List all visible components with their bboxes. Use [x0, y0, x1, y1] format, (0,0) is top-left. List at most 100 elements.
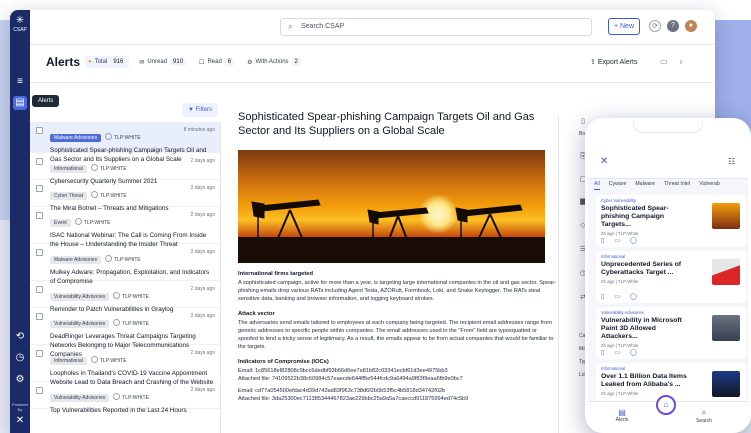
new-button[interactable]: + New — [608, 18, 640, 35]
item-checkbox[interactable] — [36, 185, 43, 192]
workflow-icon[interactable]: ⟲ — [13, 330, 27, 344]
ioc-line: Email: cd77a054500efdac4d39d743ad83f963c… — [238, 388, 446, 394]
card-category: Cyber Vulnerability — [601, 198, 636, 203]
item-checkbox[interactable] — [36, 249, 43, 256]
item-checkbox[interactable] — [36, 387, 43, 394]
count-with-actions[interactable]: ⚙ With Actions 2 — [244, 56, 304, 68]
news-card[interactable]: Cyber Vulnerability Sophisticated Spear-… — [596, 195, 746, 247]
comment-icon[interactable]: ◯ — [630, 237, 637, 244]
list-item[interactable]: Malware Advisories TLP:WHITE 2 days ago M… — [30, 244, 220, 285]
read-icon: ☐ — [199, 59, 205, 66]
tab-threat-intel[interactable]: Threat Intel — [664, 181, 690, 190]
page-title: Alerts — [46, 55, 81, 69]
category-tag: Malware Advisories — [50, 256, 102, 264]
list-item[interactable]: Malware Advisories TLP:WHITE 8 minutes ag… — [30, 122, 220, 163]
history-icon[interactable]: ⟳ — [649, 20, 661, 32]
export-alerts-button[interactable]: ⇪ Export Alerts — [590, 58, 638, 66]
tlp-label: TLP:WHITE — [113, 393, 149, 401]
list-item[interactable]: Vulnerability Advisories TLP:WHITE 2 days… — [30, 308, 220, 358]
item-checkbox[interactable] — [36, 127, 43, 134]
tlp-label: TLP:WHITE — [113, 292, 149, 300]
article-pane: Sophisticated Spear-phishing Campaign Ta… — [238, 110, 558, 433]
nav-label: Search — [696, 418, 712, 424]
count-read[interactable]: ☐ Read 6 — [196, 56, 237, 68]
filter-sliders-icon[interactable]: ☷ — [728, 157, 735, 166]
actions-icon: ⚙ — [247, 59, 253, 66]
alerts-icon[interactable]: ▤ — [13, 96, 27, 110]
card-meta: 2h ago | TLP:White — [601, 231, 639, 236]
help-icon[interactable]: ? — [667, 20, 679, 32]
list-header: ▼ Filters — [30, 97, 221, 117]
settings-icon[interactable]: ⚙ — [13, 373, 27, 387]
avatar[interactable]: ● — [685, 20, 697, 32]
home-button[interactable]: ⌂ — [656, 395, 676, 415]
folder-icon[interactable]: ▭ — [614, 349, 620, 356]
news-card[interactable]: Informational Unprecedented Series of Cy… — [596, 251, 746, 303]
ioc-line: Attached file: 74109522b38c60984c57eaecd… — [238, 376, 463, 382]
card-thumbnail — [712, 371, 740, 397]
nav-label: Alerts — [615, 417, 629, 423]
export-icon: ⇪ — [590, 59, 598, 66]
section-heading: Attack vector — [238, 311, 275, 317]
export-label: Export Alerts — [597, 59, 638, 66]
search-placeholder: Search CSAP — [301, 23, 345, 30]
tab-vulnerability[interactable]: Vulnerab — [699, 181, 720, 190]
tab-malware[interactable]: Malware — [635, 181, 655, 190]
ioc-heading: Indicators of Compromise (IOCs) — [238, 359, 329, 365]
tab-cyware[interactable]: Cyware — [609, 181, 627, 190]
tlp-label: TLP:WHITE — [105, 133, 141, 141]
comment-icon[interactable]: ◯ — [630, 349, 637, 356]
filters-button[interactable]: ▼ Filters — [182, 103, 218, 117]
folder-icon[interactable]: ▭ — [614, 237, 620, 244]
bookmark-icon[interactable]: ▯ — [601, 349, 604, 356]
category-tag: Vulnerability Advisories — [50, 293, 110, 301]
card-title: Unprecedented Series of Cyberattacks Tar… — [601, 261, 682, 276]
bookmark-icon[interactable]: ▯ — [601, 293, 604, 300]
nav-alerts[interactable]: ▤ Alerts — [602, 408, 642, 423]
cyware-logo-icon: ✕ — [15, 415, 25, 426]
tab-all[interactable]: All — [594, 181, 600, 190]
card-title: Over 1.1 Billion Data Items Leaked from … — [601, 373, 687, 388]
bulb-icon[interactable]: ♁ — [678, 57, 684, 66]
comment-icon[interactable]: ◯ — [630, 293, 637, 300]
folder-icon[interactable]: ▭ — [614, 293, 620, 300]
tlp-label: TLP:WHITE — [75, 218, 111, 226]
count-unread[interactable]: ✉ Unread 910 — [136, 56, 189, 68]
card-thumbnail — [712, 315, 740, 341]
app-logo[interactable]: ✳ CSAP — [12, 16, 28, 34]
item-checkbox[interactable] — [36, 158, 43, 165]
list-item[interactable]: Informational TLP:WHITE 2 days ago Cybers… — [30, 153, 220, 185]
category-tag: Malware Advisories — [50, 134, 102, 142]
count-value: 2 — [291, 58, 301, 66]
phone-mockup: ✕ ☷ All Cyware Malware Threat Intel Vuln… — [585, 118, 751, 433]
nav-search[interactable]: ⌕ Search — [684, 408, 724, 424]
count-label: Read — [207, 59, 222, 65]
tlp-label: TLP:WHITE — [105, 255, 141, 263]
home-icon: ⌂ — [663, 400, 669, 409]
item-checkbox[interactable] — [36, 286, 43, 293]
list-item[interactable]: Vulnerability Advisories TLP:WHITE 2 days… — [30, 382, 220, 414]
list-item[interactable]: Event TLP:WHITE 2 days ago ISAC National … — [30, 207, 220, 248]
item-checkbox[interactable] — [36, 212, 43, 219]
news-card[interactable]: Vulnerability Advisories Vulnerability i… — [596, 307, 746, 359]
menu-icon[interactable]: ≡ — [13, 75, 27, 89]
alert-counts: ● Total 916 ✉ Unread 910 ☐ Read 6 ⚙ With Action… — [85, 56, 304, 68]
item-date: 2 days ago — [190, 286, 215, 292]
bookmark-icon[interactable]: ▯ — [601, 237, 604, 244]
item-checkbox[interactable] — [36, 313, 43, 320]
ioc-line: Attached file: 3da25300ec711385344467823… — [238, 396, 469, 402]
cyware-logo-icon: ✕ — [600, 156, 609, 167]
search-input[interactable]: ⌕ Search CSAP — [280, 18, 592, 36]
item-date: 2 days ago — [190, 185, 215, 191]
list-item[interactable]: Informational TLP:WHITE 2 days ago Loopho… — [30, 345, 220, 386]
section-body: The adversaries send emails tailored to … — [238, 320, 554, 350]
section-body: A sophisticated campaign, active for mor… — [238, 280, 557, 302]
count-total[interactable]: ● Total 916 — [85, 56, 130, 68]
item-checkbox[interactable] — [36, 350, 43, 357]
list-item[interactable]: Cyber Threat TLP:WHITE 2 days ago The Mir… — [30, 180, 220, 212]
list-item[interactable]: Vulnerability Advisories TLP:WHITE 2 days… — [30, 281, 220, 313]
clock-icon[interactable]: ◷ — [13, 351, 27, 365]
category-tag: Vulnerability Advisories — [50, 394, 110, 402]
alert-list: Malware Advisories TLP:WHITE 8 minutes ag… — [30, 122, 221, 433]
layout-icon[interactable]: ▭ — [660, 57, 668, 66]
